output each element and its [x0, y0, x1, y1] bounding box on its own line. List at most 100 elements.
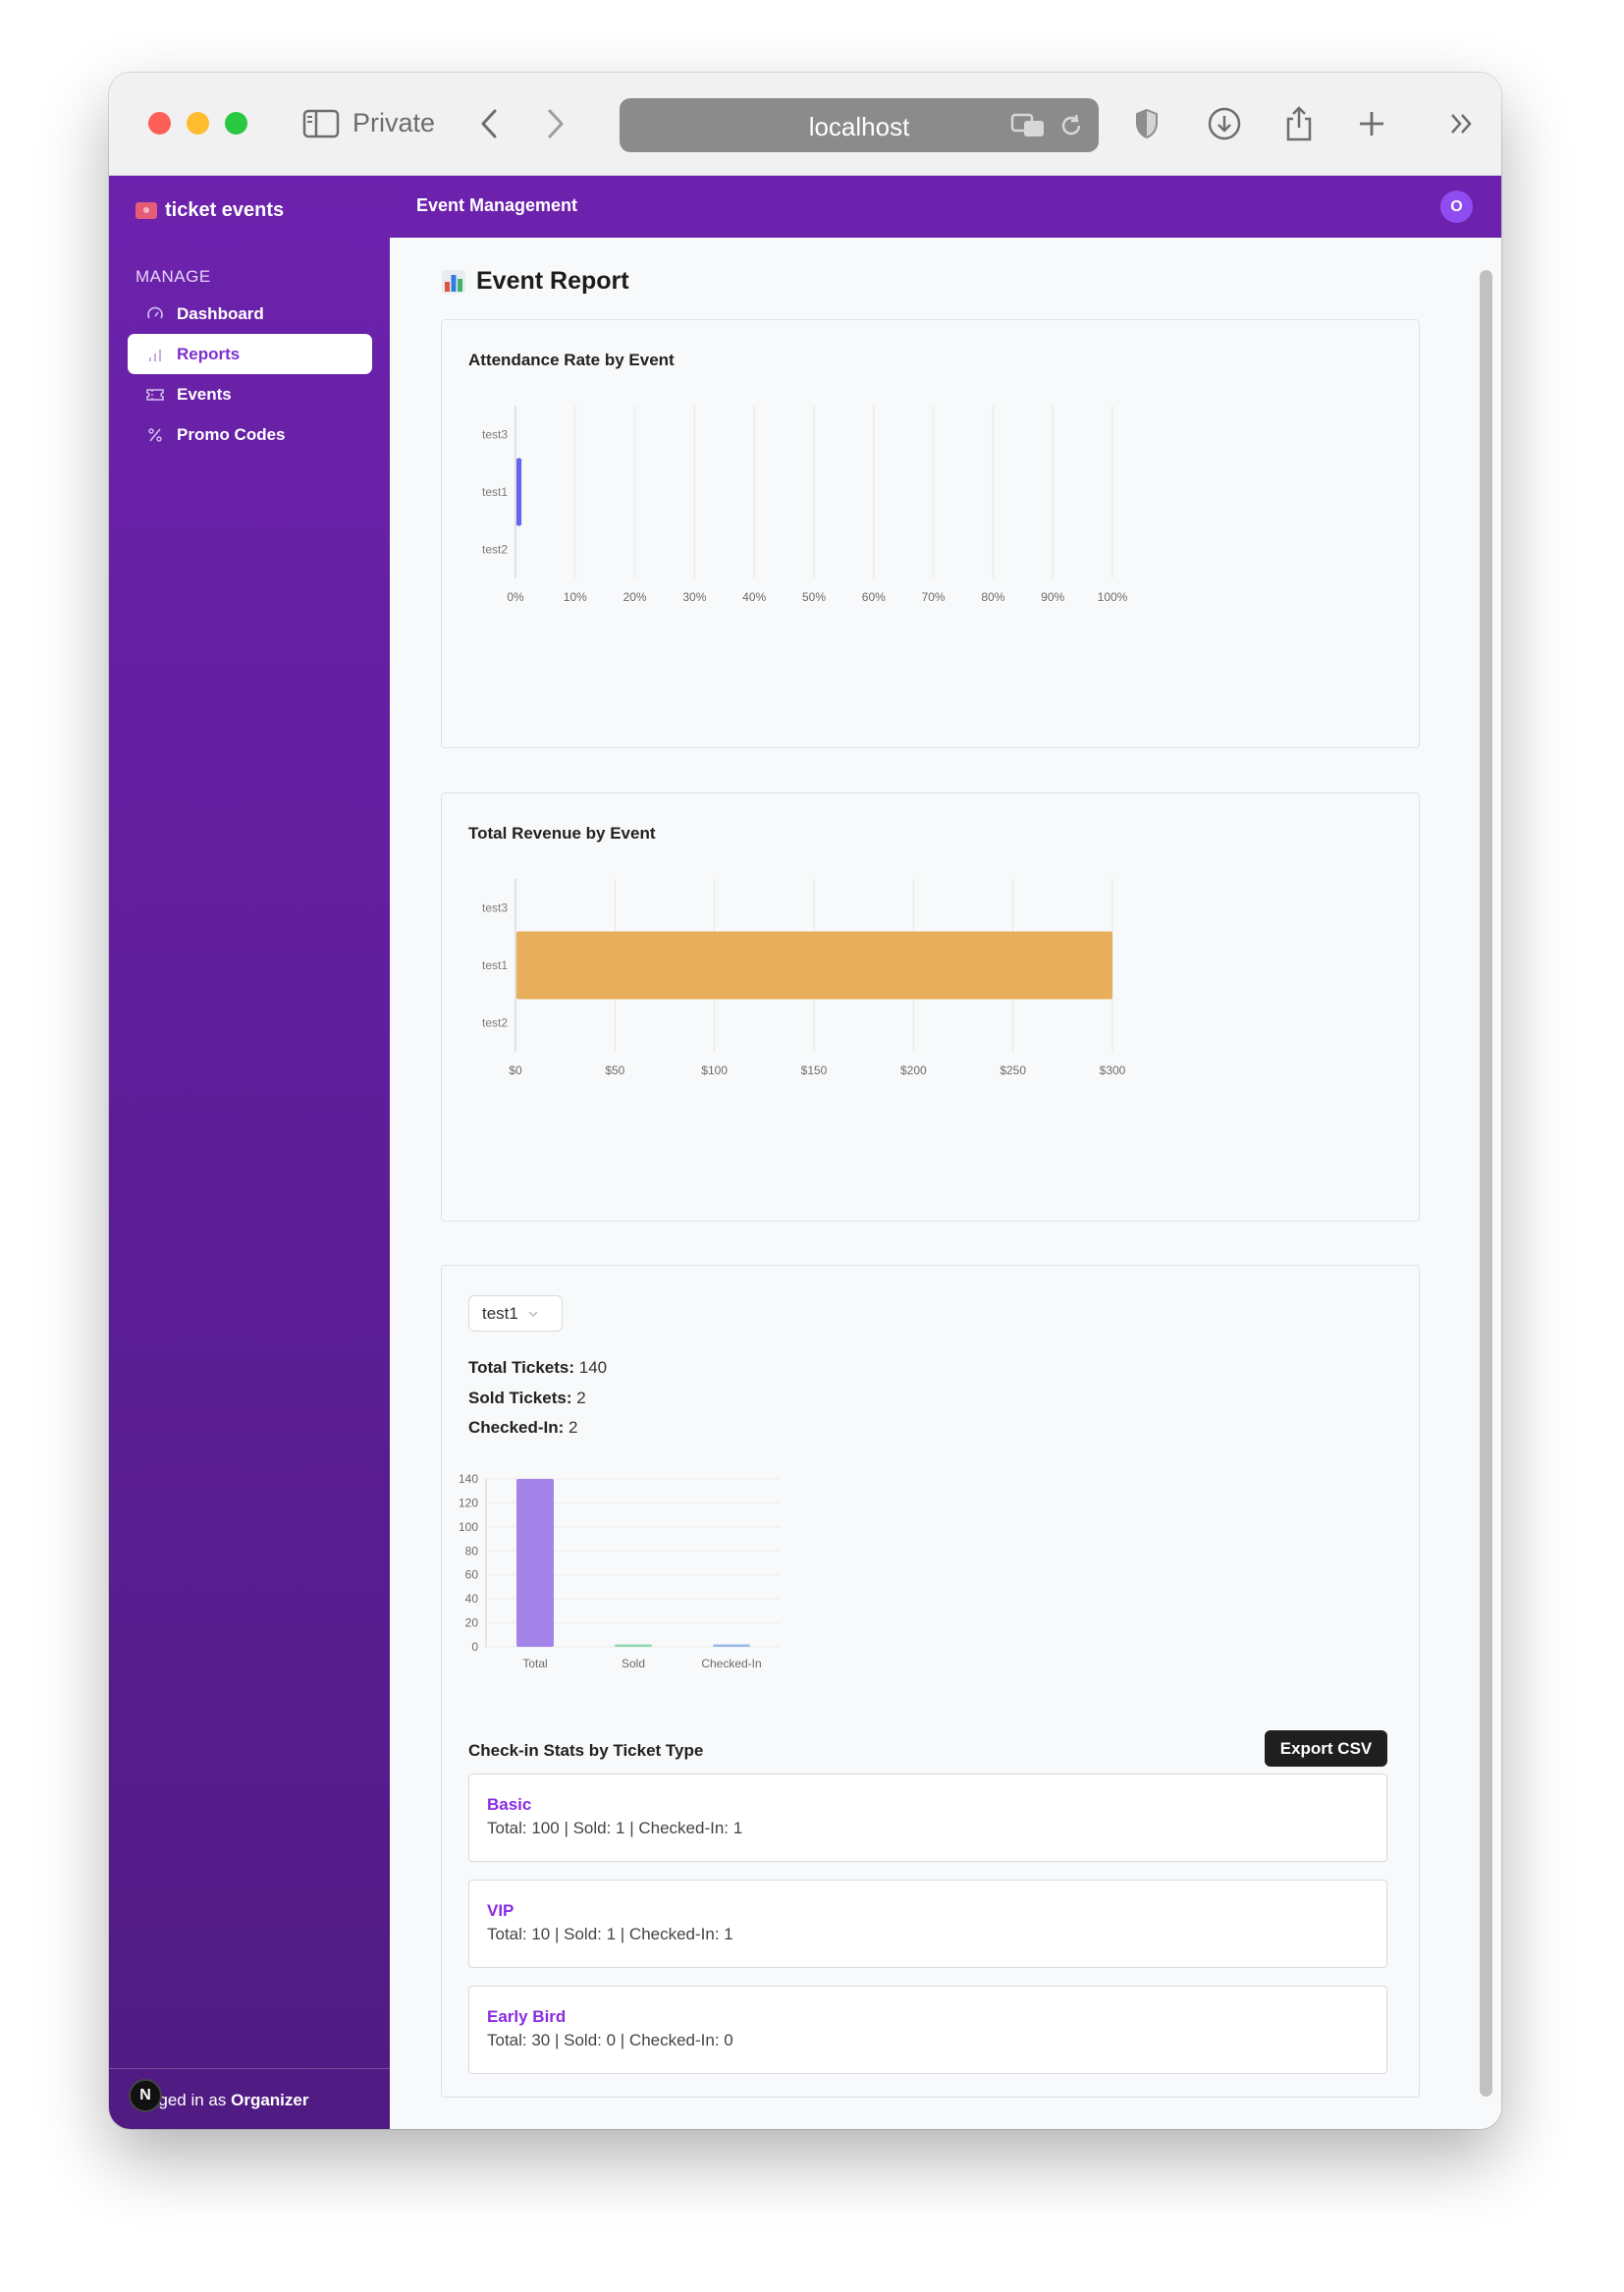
- ticket-type-card: Early Bird Total: 30 | Sold: 0 | Checked…: [468, 1986, 1387, 2074]
- sidebar-item-reports[interactable]: Reports: [128, 334, 372, 374]
- x-tick-label: 60%: [862, 590, 886, 604]
- sidebar-footer: Logged in as Organizer N: [109, 2068, 390, 2129]
- x-tick-label: Checked-In: [701, 1657, 761, 1670]
- sold-tickets-stat: Sold Tickets: 2: [468, 1389, 586, 1408]
- stat-value: 2: [576, 1389, 586, 1407]
- sidebar-item-events[interactable]: Events: [128, 374, 372, 414]
- private-mode-label: Private: [352, 108, 436, 137]
- checkin-stats-title: Check-in Stats by Ticket Type: [468, 1741, 704, 1760]
- x-tick-label: $200: [900, 1064, 927, 1077]
- vertical-scrollbar[interactable]: [1480, 270, 1492, 2097]
- sidebar-item-promo-codes[interactable]: Promo Codes: [128, 414, 372, 455]
- total-tickets-stat: Total Tickets: 140: [468, 1358, 607, 1378]
- x-tick-label: 40%: [742, 590, 766, 604]
- sidebar: ticket events MANAGE Dashboard Reports E…: [109, 176, 390, 2129]
- main-content: Event Report Attendance Rate by Event 0%…: [390, 238, 1501, 2129]
- ticket-type-name[interactable]: VIP: [487, 1901, 514, 1921]
- category-label: test2: [482, 1016, 508, 1030]
- more-chevrons-icon[interactable]: [1444, 102, 1480, 145]
- bar-chart-icon: [145, 345, 165, 364]
- ticket-type-stats: Total: 10 | Sold: 1 | Checked-In: 1: [487, 1925, 733, 1943]
- brand-logo[interactable]: ticket events: [135, 199, 284, 222]
- user-avatar[interactable]: O: [1440, 191, 1473, 223]
- minimize-window-button[interactable]: [187, 112, 209, 135]
- back-arrow-icon[interactable]: [474, 102, 504, 145]
- stat-value: 2: [568, 1418, 578, 1437]
- download-icon[interactable]: [1205, 102, 1244, 145]
- zoom-window-button[interactable]: [225, 112, 247, 135]
- sidebar-item-label: Dashboard: [177, 303, 264, 323]
- privacy-shield-icon[interactable]: [1130, 102, 1164, 145]
- ticket-type-name[interactable]: Early Bird: [487, 2007, 566, 2027]
- new-tab-plus-icon[interactable]: [1352, 102, 1391, 145]
- y-tick-label: 120: [459, 1496, 478, 1509]
- y-tick-label: 40: [465, 1592, 479, 1606]
- event-select[interactable]: test1: [468, 1295, 563, 1332]
- dev-tools-badge[interactable]: N: [129, 2079, 162, 2112]
- manage-section-label: MANAGE: [135, 267, 211, 286]
- browser-window: Private localhost ticket events MANAGE D…: [109, 73, 1501, 2129]
- app-header: Event Management O: [390, 176, 1501, 238]
- user-role: Organizer: [231, 2091, 309, 2109]
- y-tick-label: 0: [471, 1640, 478, 1654]
- x-tick-label: 50%: [802, 590, 826, 604]
- bar-sold: [615, 1644, 652, 1647]
- x-tick-label: $300: [1100, 1064, 1126, 1077]
- y-tick-label: 80: [465, 1544, 479, 1557]
- percent-icon: [145, 425, 165, 445]
- x-tick-label: 100%: [1098, 590, 1128, 604]
- ticket-type-card: Basic Total: 100 | Sold: 1 | Checked-In:…: [468, 1774, 1387, 1862]
- page-title-text: Event Report: [476, 267, 629, 295]
- sidebar-item-label: Promo Codes: [177, 424, 286, 444]
- x-tick-label: $150: [801, 1064, 828, 1077]
- reload-icon[interactable]: [1052, 106, 1091, 145]
- ticket-logo-icon: [135, 202, 157, 219]
- x-tick-label: $0: [509, 1064, 522, 1077]
- ticket-type-name[interactable]: Basic: [487, 1795, 531, 1815]
- y-tick-label: 60: [465, 1568, 479, 1582]
- x-tick-label: Sold: [622, 1657, 645, 1670]
- page-title: Event Report: [441, 267, 629, 296]
- stat-label: Total Tickets:: [468, 1358, 575, 1377]
- revenue-chart-card: Total Revenue by Event $0 $50 $100 $150 $200…: [441, 792, 1420, 1222]
- attendance-rate-chart: 0% 10% 20% 30% 40% 50% 60% 70% 80% 90% 100% test3 te…: [482, 406, 1128, 604]
- x-tick-label: $250: [1000, 1064, 1026, 1077]
- header-title: Event Management: [416, 195, 578, 215]
- address-bar[interactable]: localhost: [620, 98, 1099, 152]
- x-tick-label: $100: [701, 1064, 728, 1077]
- export-csv-button[interactable]: Export CSV: [1265, 1730, 1387, 1767]
- bar-test1: [516, 931, 1112, 1000]
- browser-toolbar: Private localhost: [109, 73, 1501, 176]
- category-label: test2: [482, 543, 508, 557]
- x-tick-label: 10%: [564, 590, 587, 604]
- bar-total: [516, 1479, 554, 1647]
- event-detail-card: test1 Total Tickets: 140 Sold Tickets: 2…: [441, 1265, 1420, 2098]
- y-tick-label: 100: [459, 1520, 478, 1534]
- x-tick-label: 30%: [682, 590, 706, 604]
- category-label: test1: [482, 485, 508, 499]
- chevron-down-icon: [528, 1311, 538, 1317]
- stat-value: 140: [578, 1358, 608, 1377]
- close-window-button[interactable]: [148, 112, 171, 135]
- stat-label: Checked-In:: [468, 1418, 565, 1437]
- x-tick-label: 0%: [507, 590, 524, 604]
- x-tick-label: 70%: [922, 590, 946, 604]
- translate-icon[interactable]: [1008, 106, 1048, 145]
- bar-test1: [516, 458, 522, 526]
- bar-checked-in: [713, 1644, 750, 1647]
- sidebar-item-dashboard[interactable]: Dashboard: [128, 294, 372, 334]
- forward-arrow-icon[interactable]: [541, 102, 570, 145]
- total-revenue-chart: $0 $50 $100 $150 $200 $250 $300 test3 test1 test2: [482, 879, 1126, 1077]
- category-label: test3: [482, 427, 508, 441]
- ticket-summary-chart: 0 20 40 60 80 100 120 140 Total Sold Checked-In: [459, 1472, 781, 1670]
- attendance-chart-card: Attendance Rate by Event 0% 10% 20% 30% 40% 5…: [441, 319, 1420, 748]
- event-select-value: test1: [482, 1303, 518, 1323]
- x-tick-label: 90%: [1041, 590, 1064, 604]
- stat-label: Sold Tickets:: [468, 1389, 572, 1407]
- sidebar-toggle-icon[interactable]: [300, 102, 342, 145]
- bar-chart-emoji-icon: [442, 269, 465, 294]
- y-tick-label: 20: [465, 1616, 479, 1630]
- ticket-type-stats: Total: 30 | Sold: 0 | Checked-In: 0: [487, 2031, 733, 2049]
- checked-in-stat: Checked-In: 2: [468, 1418, 578, 1438]
- share-icon[interactable]: [1279, 102, 1319, 145]
